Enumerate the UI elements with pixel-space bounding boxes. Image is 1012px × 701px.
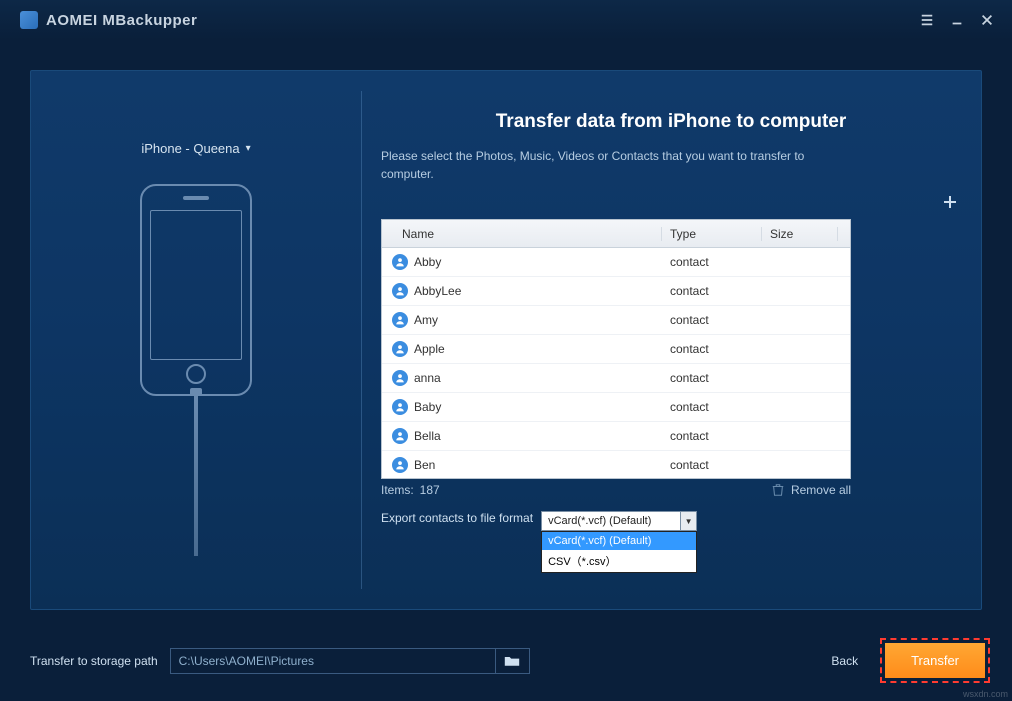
browse-folder-button[interactable] [495, 649, 529, 673]
contact-icon [392, 341, 408, 357]
remove-all-button[interactable]: Remove all [791, 483, 851, 497]
transfer-highlight: Transfer [880, 638, 990, 683]
device-column: iPhone - Queena ▾ [31, 71, 361, 609]
add-items-button[interactable] [939, 191, 961, 213]
storage-path-box: C:\Users\AOMEI\Pictures [170, 648, 530, 674]
row-name: Apple [414, 342, 445, 356]
row-type: contact [662, 284, 762, 298]
export-option-csv[interactable]: CSV（*.csv） [542, 550, 696, 572]
col-name[interactable]: Name [382, 227, 662, 241]
menu-list-button[interactable] [912, 5, 942, 35]
row-type: contact [662, 255, 762, 269]
row-name: Ben [414, 458, 435, 472]
contact-icon [392, 428, 408, 444]
chevron-down-icon: ▾ [246, 143, 251, 154]
table-row[interactable]: Apple contact [382, 335, 850, 364]
table-footer: Items: 187 Remove all [381, 483, 851, 497]
titlebar: AOMEI MBackupper [0, 0, 1012, 40]
row-name: Abby [414, 255, 441, 269]
app-logo-icon [20, 11, 38, 29]
table-row[interactable]: Abby contact [382, 248, 850, 277]
row-type: contact [662, 371, 762, 385]
col-size[interactable]: Size [762, 227, 838, 241]
row-name: Baby [414, 400, 441, 414]
export-option-vcf[interactable]: vCard(*.vcf) (Default) [542, 532, 696, 550]
row-type: contact [662, 342, 762, 356]
cable-illustration [194, 396, 198, 556]
table-row[interactable]: anna contact [382, 364, 850, 393]
table-row[interactable]: Baby contact [382, 393, 850, 422]
table-row[interactable]: AbbyLee contact [382, 277, 850, 306]
back-button[interactable]: Back [821, 648, 868, 674]
vertical-divider [361, 91, 362, 589]
phone-illustration [140, 184, 252, 396]
contact-icon [392, 370, 408, 386]
export-format-dropdown: vCard(*.vcf) (Default) CSV（*.csv） [541, 531, 697, 573]
close-button[interactable] [972, 5, 1002, 35]
row-name: AbbyLee [414, 284, 461, 298]
row-type: contact [662, 400, 762, 414]
contact-icon [392, 399, 408, 415]
row-type: contact [662, 429, 762, 443]
contact-icon [392, 254, 408, 270]
combo-dropdown-button[interactable]: ▼ [681, 511, 697, 531]
table-header: Name Type Size [382, 220, 850, 248]
app-title: AOMEI MBackupper [46, 12, 197, 29]
export-format-combo[interactable]: vCard(*.vcf) (Default) ▼ vCard(*.vcf) (D… [541, 511, 697, 531]
table-row[interactable]: Ben contact [382, 451, 850, 478]
watermark: wsxdn.com [963, 689, 1008, 699]
items-count-label: Items: [381, 483, 414, 497]
contact-icon [392, 457, 408, 473]
row-name: anna [414, 371, 441, 385]
device-selector[interactable]: iPhone - Queena ▾ [96, 141, 296, 156]
transfer-button[interactable]: Transfer [885, 643, 985, 678]
table-body: AbbycontactAbbyLeecontactAmycontactApple… [382, 248, 850, 478]
main-panel: iPhone - Queena ▾ Transfer data from iPh… [30, 70, 982, 610]
contact-icon [392, 283, 408, 299]
contact-icon [392, 312, 408, 328]
col-type[interactable]: Type [662, 227, 762, 241]
clear-items-button[interactable] [771, 483, 785, 497]
storage-path-label: Transfer to storage path [30, 654, 158, 668]
items-table: Name Type Size Abby contact AbbyLee contact… [381, 219, 851, 479]
device-label: iPhone - Queena [141, 141, 239, 156]
items-count-value: 187 [420, 483, 440, 497]
row-type: contact [662, 458, 762, 472]
table-row[interactable]: Amy contact [382, 306, 850, 335]
row-name: Bella [414, 429, 441, 443]
row-type: contact [662, 313, 762, 327]
page-headline: Transfer data from iPhone to computer [381, 111, 961, 133]
export-row: Export contacts to file format vCard(*.v… [381, 511, 961, 531]
footer-bar: Transfer to storage path C:\Users\AOMEI\… [30, 638, 990, 683]
row-name: Amy [414, 313, 438, 327]
export-format-value: vCard(*.vcf) (Default) [541, 511, 681, 531]
minimize-button[interactable] [942, 5, 972, 35]
table-row[interactable]: Bella contact [382, 422, 850, 451]
storage-path-value: C:\Users\AOMEI\Pictures [171, 654, 495, 668]
export-label: Export contacts to file format [381, 511, 533, 525]
page-subline: Please select the Photos, Music, Videos … [381, 147, 841, 183]
content-column: Transfer data from iPhone to computer Pl… [381, 71, 961, 609]
